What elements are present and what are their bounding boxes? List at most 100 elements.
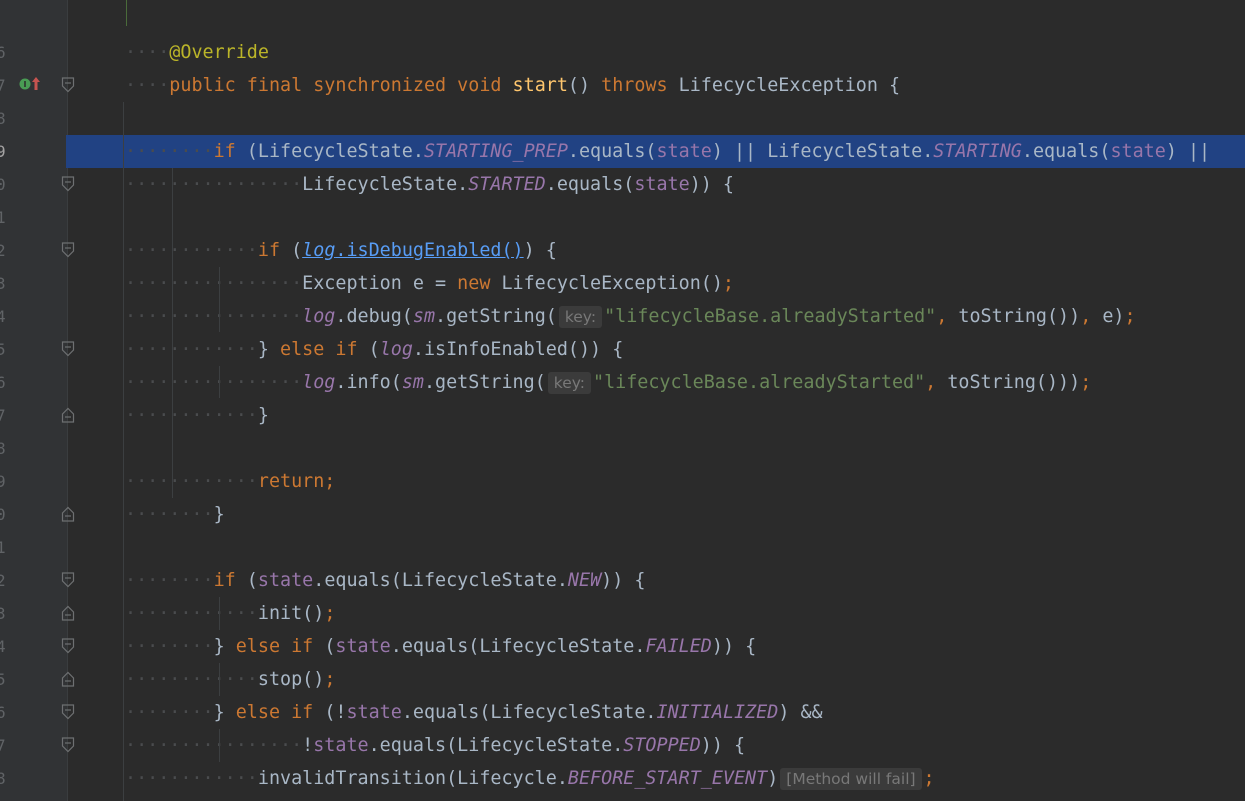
line-number: 5	[0, 670, 6, 689]
code-line[interactable]: ············stop();	[68, 663, 1245, 696]
code-line[interactable]: ················!state.equals(LifecycleS…	[68, 729, 1245, 762]
code-token: sm	[401, 372, 424, 393]
code-text: ············if (log.isDebugEnabled()) {	[125, 234, 557, 267]
code-token: ) ||	[1165, 141, 1211, 162]
code-token: state	[656, 141, 712, 162]
code-line[interactable]: ········if (state.equals(LifecycleState.…	[68, 564, 1245, 597]
code-token: (	[291, 240, 303, 261]
code-token: state	[257, 570, 314, 591]
line-number: 6	[0, 43, 6, 62]
code-text: ····public final synchronized void start…	[125, 69, 900, 102]
fold-close-icon[interactable]	[61, 671, 75, 687]
code-text: ············}	[125, 399, 269, 432]
code-token: toString()))	[947, 372, 1081, 393]
code-line[interactable]: ········} else if (state.equals(Lifecycl…	[68, 630, 1245, 663]
fold-open-icon[interactable]	[61, 77, 75, 93]
indent-whitespace: ············	[125, 405, 258, 426]
fold-open-icon[interactable]	[61, 572, 75, 588]
code-text: ············stop();	[125, 663, 335, 696]
indent-whitespace: ········	[125, 570, 214, 591]
code-token: .getString(	[423, 372, 546, 393]
code-token: e)	[1102, 306, 1125, 327]
code-token: log	[302, 372, 336, 393]
code-line[interactable]: ············if (log.isDebugEnabled()) {	[68, 234, 1245, 267]
code-line[interactable]	[68, 432, 1245, 465]
indent-guide	[219, 267, 220, 332]
code-line[interactable]: ················Exception e = new Lifecy…	[68, 267, 1245, 300]
fold-close-icon[interactable]	[61, 407, 75, 423]
code-token: }	[213, 504, 225, 525]
code-text: ············} else if (log.isInfoEnabled…	[125, 333, 623, 366]
code-line[interactable]: ················log.debug(sm.getString(k…	[68, 300, 1245, 333]
code-area[interactable]: ····@Override ····public final synchroniz…	[68, 0, 1245, 801]
code-token: log	[302, 306, 336, 327]
code-token: return;	[257, 471, 336, 492]
code-line[interactable]: ············return;	[68, 465, 1245, 498]
line-number: 9	[0, 472, 6, 491]
indent-whitespace: ················	[125, 372, 303, 393]
inlay-hint: key:	[558, 306, 603, 328]
code-text: ········} else if (!state.equals(Lifecyc…	[125, 696, 823, 729]
code-token: .equals(LifecycleState.	[390, 636, 646, 657]
gutter-current-line-marker	[66, 135, 68, 168]
code-token: .equals(	[567, 141, 657, 162]
fold-close-icon[interactable]	[61, 605, 75, 621]
indent-guide	[219, 597, 220, 630]
code-line[interactable]: ········}	[68, 498, 1245, 531]
code-token: .debug(	[335, 306, 413, 327]
indent-whitespace: ············	[125, 471, 258, 492]
code-token: ,	[925, 372, 948, 393]
code-token: FAILED	[645, 636, 712, 657]
code-text: ········} else if (state.equals(Lifecycl…	[125, 630, 756, 663]
code-line[interactable]: ············} else if (log.isInfoEnabled…	[68, 333, 1245, 366]
fold-open-icon[interactable]	[61, 737, 75, 753]
code-token: ;	[1124, 306, 1136, 327]
code-token: else if	[235, 636, 325, 657]
overriding-method-icon[interactable]: I	[18, 74, 44, 94]
indent-whitespace: ········	[125, 636, 214, 657]
fold-open-icon[interactable]	[61, 242, 75, 258]
fold-open-icon[interactable]	[61, 638, 75, 654]
code-line[interactable]: ················log.info(sm.getString(ke…	[68, 366, 1245, 399]
code-line[interactable]: ····@Override	[68, 36, 1245, 69]
editor-gutter[interactable]: 6 7 8 9 0 1 2 3 4 5 6 7 8 9 0 1 2 3 4 5 6 7 8	[0, 0, 67, 801]
code-token: "lifecycleBase.alreadyStarted"	[593, 372, 926, 393]
line-number: 9	[0, 142, 6, 161]
code-token: !	[302, 735, 314, 756]
code-line[interactable]	[68, 201, 1245, 234]
code-token: }	[257, 339, 281, 360]
code-token: (!	[324, 702, 347, 723]
code-token: ,	[1080, 306, 1103, 327]
code-line[interactable]: ········} else if (!state.equals(Lifecyc…	[68, 696, 1245, 729]
fold-open-icon[interactable]	[61, 704, 75, 720]
code-token: STOPPED	[623, 735, 701, 756]
indent-whitespace: ················	[125, 174, 303, 195]
code-line[interactable]: ············init();	[68, 597, 1245, 630]
code-token: public final synchronized void	[169, 75, 513, 96]
code-line[interactable]: ············invalidTransition(Lifecycle.…	[68, 762, 1245, 795]
code-token: .equals(	[545, 174, 635, 195]
code-line[interactable]: ················LifecycleState.STARTED.e…	[68, 168, 1245, 201]
fold-open-icon[interactable]	[61, 341, 75, 357]
code-editor[interactable]: 67890123456789012345678 I ····@Override ·…	[0, 0, 1245, 801]
current-line[interactable]: ········if (LifecycleState.STARTING_PREP…	[68, 135, 1245, 168]
fold-open-icon[interactable]	[61, 176, 75, 192]
code-token: if	[213, 570, 247, 591]
code-token: ;	[722, 273, 734, 294]
code-token: (LifecycleState.	[246, 141, 424, 162]
code-line[interactable]: ····public final synchronized void start…	[68, 69, 1245, 102]
code-line[interactable]	[68, 102, 1245, 135]
code-line[interactable]	[68, 531, 1245, 564]
indent-whitespace: ················	[125, 306, 303, 327]
code-token: log	[379, 339, 413, 360]
code-token: )) {	[689, 174, 735, 195]
code-token: (	[246, 570, 258, 591]
code-text: ················!state.equals(LifecycleS…	[125, 729, 745, 762]
fold-close-icon[interactable]	[61, 506, 75, 522]
line-number: 4	[0, 307, 6, 326]
code-token: STARTING	[933, 141, 1022, 162]
line-number: 5	[0, 340, 6, 359]
line-number: 8	[0, 439, 6, 458]
code-line[interactable]: ············}	[68, 399, 1245, 432]
code-token: )) {	[700, 735, 746, 756]
